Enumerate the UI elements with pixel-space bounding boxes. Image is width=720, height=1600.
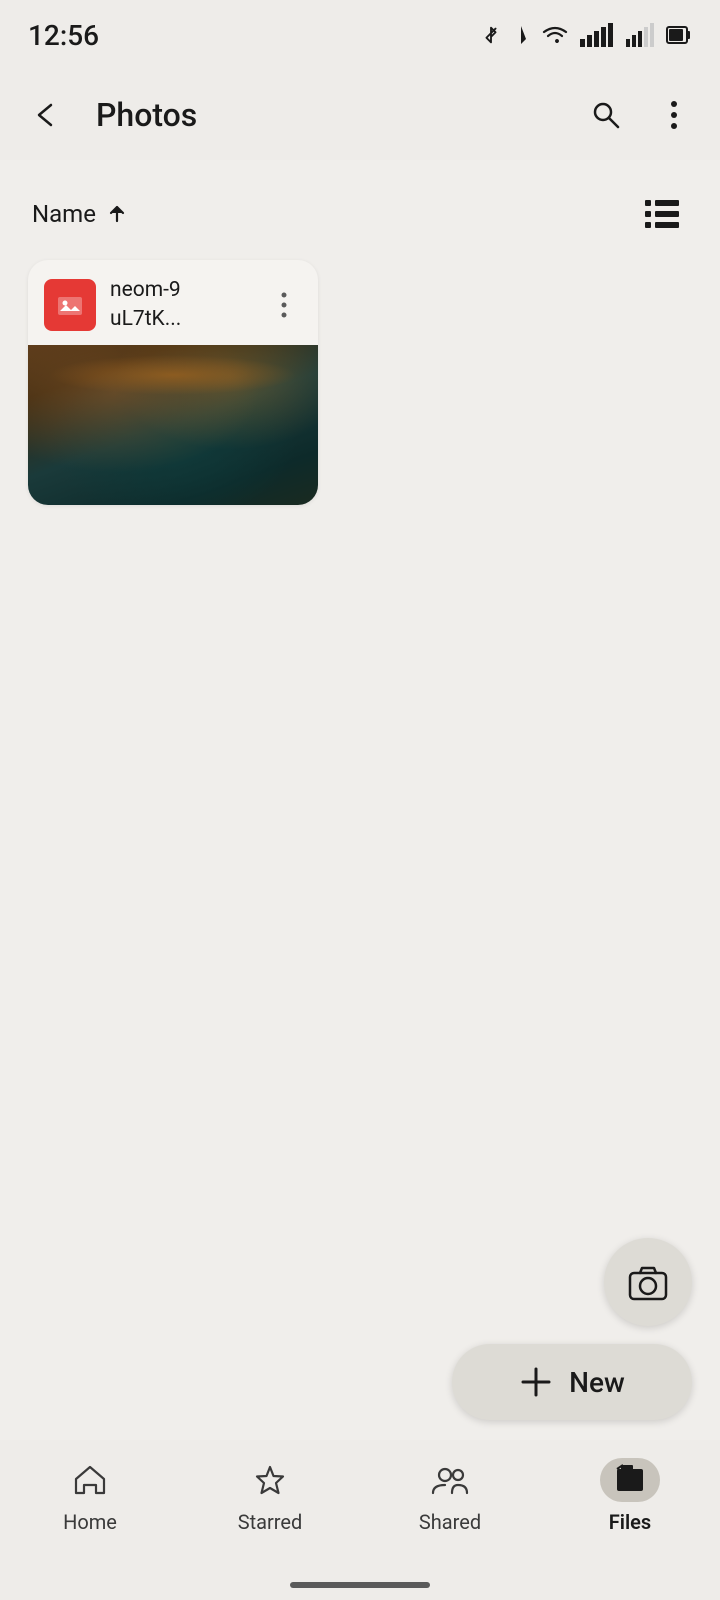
nav-item-starred[interactable]: Starred: [180, 1458, 360, 1534]
home-nav-icon-bg: [60, 1458, 120, 1502]
home-nav-label: Home: [63, 1510, 117, 1534]
shared-nav-label: Shared: [419, 1510, 481, 1534]
file-preview-image[interactable]: [28, 345, 318, 505]
file-menu-button[interactable]: [266, 287, 302, 323]
plus-icon: [519, 1365, 553, 1399]
nav-item-shared[interactable]: Shared: [360, 1458, 540, 1534]
status-icons: [480, 21, 692, 49]
wifi-icon: [540, 23, 570, 47]
files-icon: [613, 1463, 647, 1497]
fab-area: New: [452, 1238, 692, 1420]
new-label: New: [569, 1366, 625, 1399]
scan-button[interactable]: [604, 1238, 692, 1326]
sync-icon: [512, 24, 530, 46]
file-card-header: neom-9 uL7tK...: [28, 260, 318, 345]
sort-direction-icon: [106, 203, 128, 225]
shared-nav-icon-bg: [420, 1458, 480, 1502]
status-time: 12:56: [28, 19, 99, 52]
sort-name: Name: [32, 200, 96, 228]
nav-item-files[interactable]: Files: [540, 1458, 720, 1534]
bluetooth-icon: [480, 21, 502, 49]
signal-icon: [580, 23, 616, 47]
signal2-icon: [626, 23, 656, 47]
sort-bar: Name: [0, 160, 720, 260]
starred-nav-label: Starred: [238, 1510, 303, 1534]
file-type-icon: [44, 279, 96, 331]
bottom-nav: Home Starred Shared: [0, 1440, 720, 1600]
starred-nav-icon-bg: [240, 1458, 300, 1502]
home-icon: [72, 1463, 108, 1497]
shared-icon: [430, 1463, 470, 1497]
file-grid: neom-9 uL7tK...: [0, 260, 720, 505]
file-card[interactable]: neom-9 uL7tK...: [28, 260, 318, 505]
files-nav-icon-bg: [600, 1458, 660, 1502]
star-icon: [253, 1463, 287, 1497]
camera-scan-icon: [626, 1263, 670, 1301]
list-view-icon: [645, 200, 679, 228]
file-name: neom-9 uL7tK...: [110, 276, 252, 333]
search-button[interactable]: [580, 89, 632, 141]
sort-label[interactable]: Name: [32, 200, 128, 228]
home-indicator: [290, 1582, 430, 1588]
files-nav-label: Files: [609, 1510, 651, 1534]
new-button[interactable]: New: [452, 1344, 692, 1420]
back-button[interactable]: [20, 89, 72, 141]
app-bar: Photos: [0, 70, 720, 160]
list-view-button[interactable]: [636, 188, 688, 240]
page-title: Photos: [96, 96, 564, 134]
nav-item-home[interactable]: Home: [0, 1458, 180, 1534]
battery-icon: [666, 22, 692, 48]
status-bar: 12:56: [0, 0, 720, 70]
more-options-button[interactable]: [648, 89, 700, 141]
